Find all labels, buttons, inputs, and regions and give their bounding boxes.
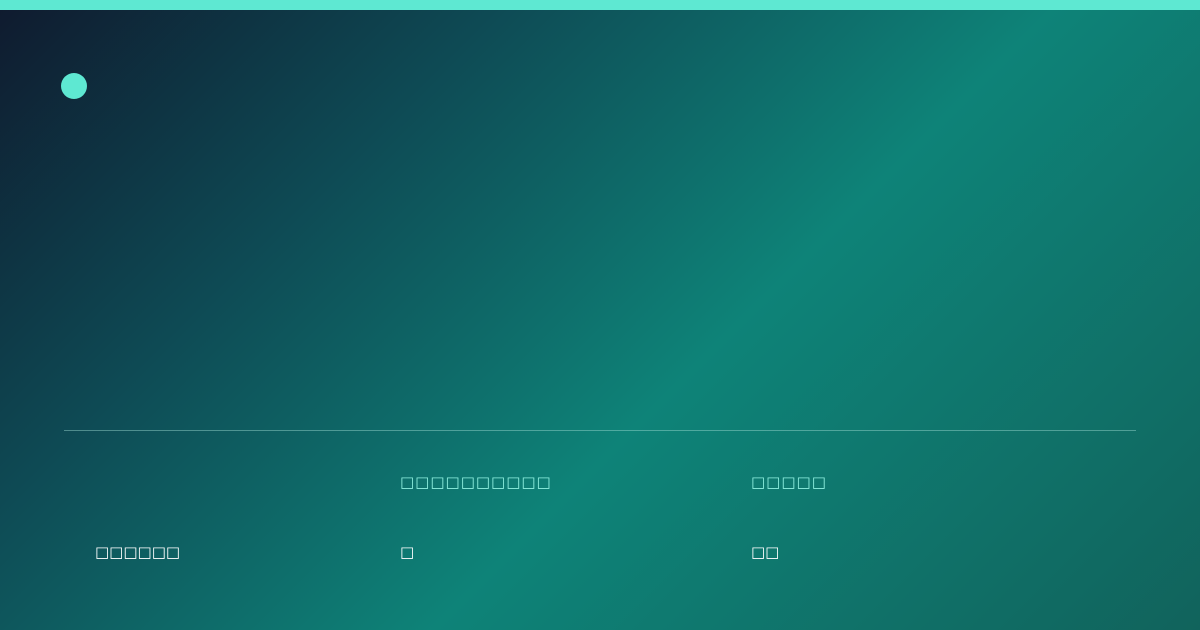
stat-value-2: □□: [751, 543, 780, 561]
stat-value-1: □: [400, 543, 415, 561]
stat-label-2: □□□□□: [751, 473, 827, 491]
stats-section: □□□□□□□□□□ □□□□□ □□□□□□ □ □□: [0, 0, 1200, 630]
share-card: □□□□□□□□□□ □□□□□ □□□□□□ □ □□: [0, 0, 1200, 630]
stat-row-label: □□□□□□: [95, 543, 181, 561]
stat-label-1: □□□□□□□□□□: [400, 473, 552, 491]
